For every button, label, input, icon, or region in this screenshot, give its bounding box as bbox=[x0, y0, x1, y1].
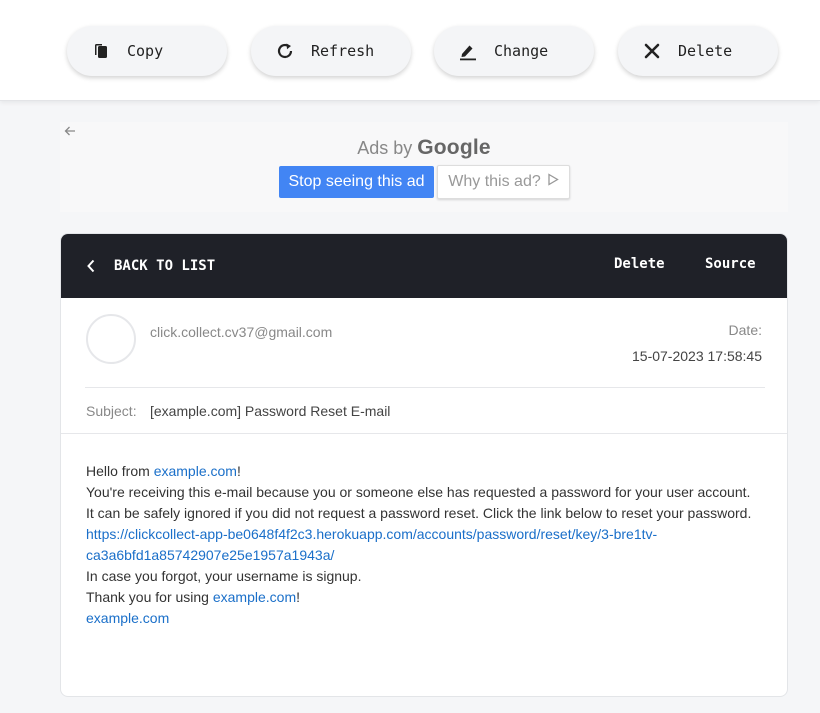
date-value: 15-07-2023 17:58:45 bbox=[632, 348, 762, 364]
ad-banner: Ads by Google Stop seeing this ad Why th… bbox=[60, 122, 788, 212]
stop-seeing-ad-button[interactable]: Stop seeing this ad bbox=[279, 166, 434, 198]
copy-button[interactable]: Copy bbox=[67, 26, 227, 76]
action-toolbar: Copy Refresh Change Delete bbox=[0, 0, 820, 101]
body-line: It can be safely ignored if you did not … bbox=[86, 505, 752, 521]
reset-link-part: ca3a6bfd1a85742907e25e1957a1943a/ bbox=[86, 547, 335, 563]
back-to-list-button[interactable]: BACK TO LIST bbox=[87, 258, 215, 274]
delete-label: Delete bbox=[678, 42, 733, 60]
subject-value: [example.com] Password Reset E-mail bbox=[150, 403, 391, 419]
mail-source-link[interactable]: Source bbox=[705, 256, 756, 272]
mail-card: BACK TO LIST Delete Source click.collect… bbox=[60, 233, 788, 697]
thanks-text: Thank you for using bbox=[86, 589, 213, 605]
close-icon bbox=[642, 41, 662, 61]
refresh-icon bbox=[275, 41, 295, 61]
divider bbox=[85, 387, 765, 388]
copy-icon bbox=[91, 41, 111, 61]
body-line-hello: Hello from example.com! bbox=[86, 461, 766, 482]
sender-email: click.collect.cv37@gmail.com bbox=[150, 324, 333, 340]
ads-by-google: Ads by Google bbox=[60, 136, 788, 160]
body-line: You're receiving this e-mail because you… bbox=[86, 484, 751, 500]
avatar bbox=[86, 314, 136, 364]
chevron-left-icon bbox=[87, 258, 99, 274]
reset-password-link[interactable]: https://clickcollect-app-be0648f4f2c3.he… bbox=[86, 524, 766, 566]
body-line: In case you forgot, your username is sig… bbox=[86, 568, 362, 584]
why-this-ad-button[interactable]: Why this ad? bbox=[437, 165, 570, 199]
site-link[interactable]: example.com bbox=[154, 463, 237, 479]
google-logo: Google bbox=[417, 136, 491, 159]
reset-link-part: https://clickcollect-app-be0648f4f2c3.he… bbox=[86, 526, 658, 542]
change-label: Change bbox=[494, 42, 549, 60]
why-this-ad-label: Why this ad? bbox=[448, 173, 541, 190]
refresh-button[interactable]: Refresh bbox=[251, 26, 411, 76]
thanks-suffix: ! bbox=[296, 589, 301, 605]
back-to-list-label: BACK TO LIST bbox=[114, 258, 216, 274]
change-button[interactable]: Change bbox=[434, 26, 594, 76]
play-outline-icon bbox=[547, 173, 559, 191]
date-label: Date: bbox=[728, 322, 762, 338]
mail-body: Hello from example.com! You're receiving… bbox=[86, 461, 766, 629]
subject-label: Subject: bbox=[86, 403, 137, 419]
footer-site-link[interactable]: example.com bbox=[86, 608, 766, 629]
ads-by-label: Ads by bbox=[357, 138, 413, 158]
delete-button[interactable]: Delete bbox=[618, 26, 778, 76]
body-line-thanks: Thank you for using example.com! bbox=[86, 587, 766, 608]
edit-icon bbox=[458, 41, 478, 61]
mail-delete-link[interactable]: Delete bbox=[614, 256, 665, 272]
divider bbox=[61, 433, 787, 434]
refresh-label: Refresh bbox=[311, 42, 375, 60]
copy-label: Copy bbox=[127, 42, 164, 60]
mail-header-bar: BACK TO LIST Delete Source bbox=[61, 234, 787, 298]
site-link[interactable]: example.com bbox=[213, 589, 296, 605]
hello-suffix: ! bbox=[236, 463, 241, 479]
hello-text: Hello from bbox=[86, 463, 154, 479]
